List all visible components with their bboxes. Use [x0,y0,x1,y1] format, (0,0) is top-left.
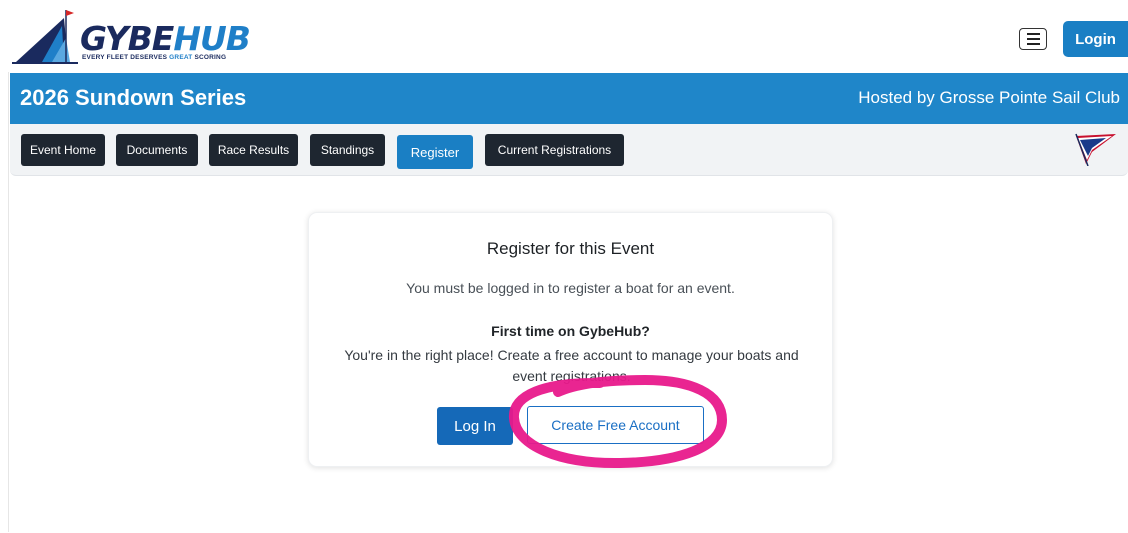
page-left-border [8,72,9,532]
login-required-note: You must be logged in to register a boat… [406,280,735,296]
nav-documents[interactable]: Documents [116,134,198,166]
logo-tagline: EVERY FLEET DESERVES GREAT SCORING [82,54,227,61]
event-title: 2026 Sundown Series [20,85,247,110]
logo-wordmark: GYBEHUB [80,19,251,58]
nav-event-home[interactable]: Event Home [21,134,105,166]
nav-race-results[interactable]: Race Results [209,134,298,166]
card-title: Register for this Event [486,239,655,258]
log-in-button[interactable]: Log In [437,407,513,445]
nav-current-registrations[interactable]: Current Registrations [485,134,624,166]
event-host: Hosted by Grosse Pointe Sail Club [858,88,1120,107]
first-time-heading: First time on GybeHub? [491,323,650,339]
club-burgee-icon [1075,133,1116,166]
event-nav: Event Home Documents Race Results Standi… [10,124,1128,176]
event-banner: 2026 Sundown Series Hosted by Grosse Poi… [10,73,1128,124]
nav-register[interactable]: Register [397,135,473,169]
login-button[interactable]: Login [1063,21,1128,57]
create-free-account-button[interactable]: Create Free Account [527,406,704,444]
create-account-text: You're in the right place! Create a free… [344,347,799,384]
top-header: GYBEHUB EVERY FLEET DESERVES GREAT SCORI… [0,0,1128,72]
gybehub-logo[interactable]: GYBEHUB EVERY FLEET DESERVES GREAT SCORI… [12,8,252,66]
nav-standings[interactable]: Standings [310,134,385,166]
register-card: Register for this Event You must be logg… [308,212,833,467]
sailboat-icon [12,10,78,64]
hamburger-menu-icon[interactable] [1019,28,1047,50]
